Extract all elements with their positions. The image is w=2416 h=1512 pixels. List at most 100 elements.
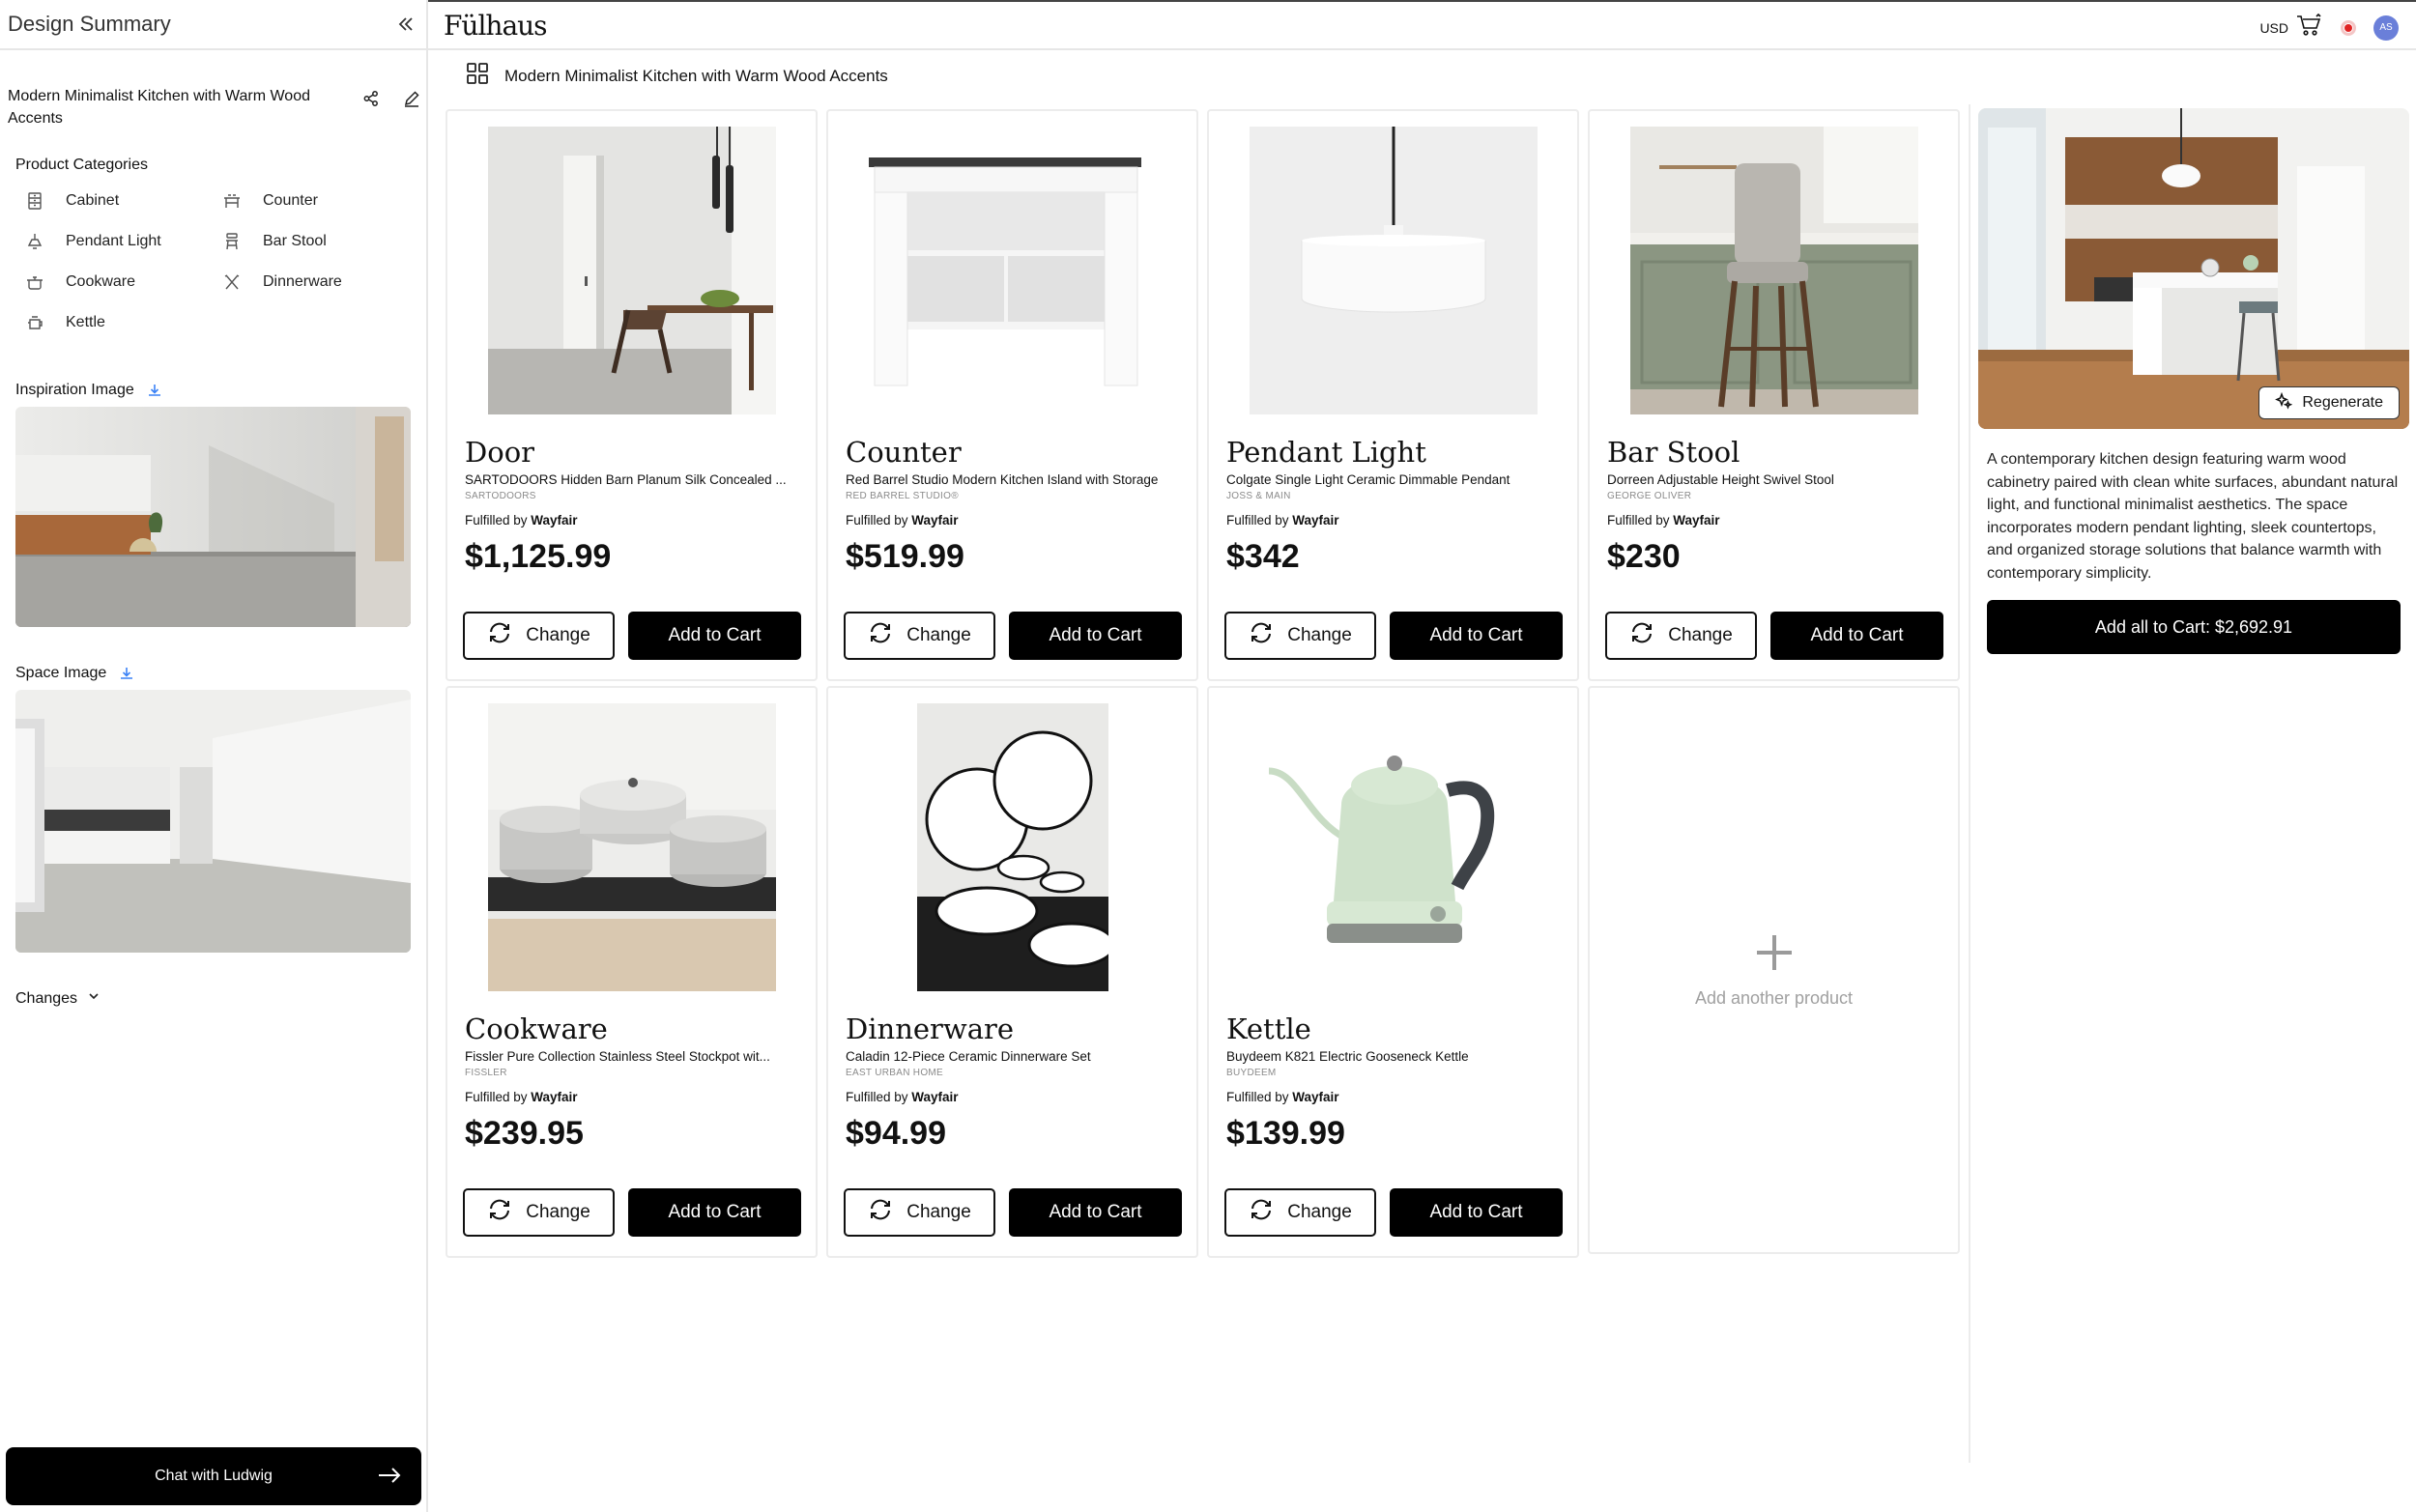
design-render-image[interactable]: Regenerate [1978,108,2409,429]
design-name: Modern Minimalist Kitchen with Warm Wood… [8,88,310,127]
change-label: Change [1668,625,1733,645]
vendor-name: Wayfair [1673,513,1720,528]
changes-toggle[interactable]: Changes [15,989,101,1008]
product-name[interactable]: Caladin 12-Piece Ceramic Dinnerware Set [846,1049,1184,1064]
change-button[interactable]: Change [463,612,615,660]
fulfilled-prefix: Fulfilled by [465,1090,528,1104]
product-category-name: Cookware [465,1013,608,1045]
product-name[interactable]: Fissler Pure Collection Stainless Steel … [465,1049,803,1064]
sparkle-icon [2275,391,2293,414]
inspiration-label-text: Inspiration Image [15,382,134,398]
add-to-cart-button[interactable]: Add to Cart [628,612,801,660]
pendant-light-icon [25,232,44,251]
add-to-cart-button[interactable]: Add to Cart [1009,1188,1182,1237]
category-cookware[interactable]: Cookware [25,271,222,294]
product-card-counter: Counter Red Barrel Studio Modern Kitchen… [826,109,1198,681]
product-image[interactable] [1630,127,1918,414]
category-label: Pendant Light [66,233,161,249]
category-label: Kettle [66,314,105,330]
fulfilled-prefix: Fulfilled by [1226,513,1289,528]
currency-selector[interactable]: USD [2259,20,2288,36]
space-image-label: Space Image [15,665,135,682]
space-image[interactable] [15,690,411,953]
collapse-sidebar-icon[interactable] [393,12,418,37]
product-image[interactable] [1250,703,1538,991]
product-brand: EAST URBAN HOME [846,1068,943,1078]
product-categories-label: Product Categories [15,157,148,173]
cabinet-icon [25,191,44,211]
category-dinnerware[interactable]: Dinnerware [222,271,412,294]
product-brand: GEORGE OLIVER [1607,491,1692,501]
change-button[interactable]: Change [844,1188,995,1237]
vendor-name: Wayfair [911,513,959,528]
category-label: Cookware [66,273,136,290]
change-button[interactable]: Change [463,1188,615,1237]
category-counter[interactable]: Counter [222,189,412,213]
fulfilled-by: Fulfilled by Wayfair [1226,1090,1339,1104]
change-label: Change [1287,625,1352,645]
share-icon[interactable] [360,87,383,110]
regenerate-button[interactable]: Regenerate [2258,386,2400,419]
product-name[interactable]: SARTODOORS Hidden Barn Planum Silk Conce… [465,472,803,487]
product-name[interactable]: Dorreen Adjustable Height Swivel Stool [1607,472,1945,487]
recording-indicator-icon[interactable] [2341,19,2356,36]
brand-logo[interactable]: Fülhaus [444,10,548,42]
add-to-cart-button[interactable]: Add to Cart [1390,1188,1563,1237]
fulfilled-by: Fulfilled by Wayfair [1226,513,1339,528]
vendor-name: Wayfair [531,513,578,528]
chat-with-ludwig-button[interactable]: Chat with Ludwig [6,1447,421,1505]
fulfilled-by: Fulfilled by Wayfair [846,513,959,528]
product-category-name: Dinnerware [846,1013,1015,1045]
product-name[interactable]: Red Barrel Studio Modern Kitchen Island … [846,472,1184,487]
avatar[interactable]: AS [2373,14,2399,41]
product-name[interactable]: Colgate Single Light Ceramic Dimmable Pe… [1226,472,1565,487]
change-button[interactable]: Change [1224,612,1376,660]
download-icon[interactable] [118,665,135,682]
vendor-name: Wayfair [531,1090,578,1104]
product-image[interactable] [869,127,1157,414]
refresh-icon [487,1197,512,1228]
change-button[interactable]: Change [1224,1188,1376,1237]
fulfilled-prefix: Fulfilled by [1226,1090,1289,1104]
add-to-cart-button[interactable]: Add to Cart [1770,612,1943,660]
panel-divider [1969,104,1970,1463]
edit-icon[interactable] [400,87,423,110]
product-image[interactable] [1250,127,1538,414]
product-image[interactable] [488,703,776,991]
add-to-cart-button[interactable]: Add to Cart [1009,612,1182,660]
add-to-cart-button[interactable]: Add to Cart [628,1188,801,1237]
fulfilled-by: Fulfilled by Wayfair [846,1090,959,1104]
product-card-pendant-light: Pendant Light Colgate Single Light Ceram… [1207,109,1579,681]
sidebar-title: Design Summary [8,12,171,36]
grid-view-icon[interactable] [466,62,489,90]
fulfilled-by: Fulfilled by Wayfair [465,513,578,528]
change-button[interactable]: Change [1605,612,1757,660]
design-title-bar: Modern Minimalist Kitchen with Warm Wood… [466,62,888,90]
download-icon[interactable] [146,382,163,399]
bar-stool-icon [222,232,242,251]
change-button[interactable]: Change [844,612,995,660]
product-price: $94.99 [846,1115,946,1152]
add-to-cart-button[interactable]: Add to Cart [1390,612,1563,660]
kettle-icon [25,313,44,332]
cart-icon[interactable] [2296,13,2323,42]
fulfilled-by: Fulfilled by Wayfair [465,1090,578,1104]
arrow-right-icon [377,1465,402,1491]
fulfilled-prefix: Fulfilled by [846,513,908,528]
category-bar-stool[interactable]: Bar Stool [222,230,412,253]
sidebar-header: Design Summary [0,0,426,50]
product-category-name: Counter [846,436,962,469]
category-kettle[interactable]: Kettle [25,311,222,334]
product-image[interactable] [917,703,1108,991]
product-image[interactable] [488,127,776,414]
product-brand: RED BARREL STUDIO® [846,491,959,501]
category-cabinet[interactable]: Cabinet [25,189,222,213]
product-name[interactable]: Buydeem K821 Electric Gooseneck Kettle [1226,1049,1565,1064]
inspiration-image[interactable] [15,407,411,627]
vendor-name: Wayfair [1292,1090,1339,1104]
add-another-product-card[interactable]: Add another product [1588,686,1960,1254]
design-name-row: Modern Minimalist Kitchen with Warm Wood… [8,85,423,129]
category-pendant-light[interactable]: Pendant Light [25,230,222,253]
design-description: A contemporary kitchen design featuring … [1987,451,2399,582]
add-all-to-cart-button[interactable]: Add all to Cart: $2,692.91 [1987,600,2401,654]
